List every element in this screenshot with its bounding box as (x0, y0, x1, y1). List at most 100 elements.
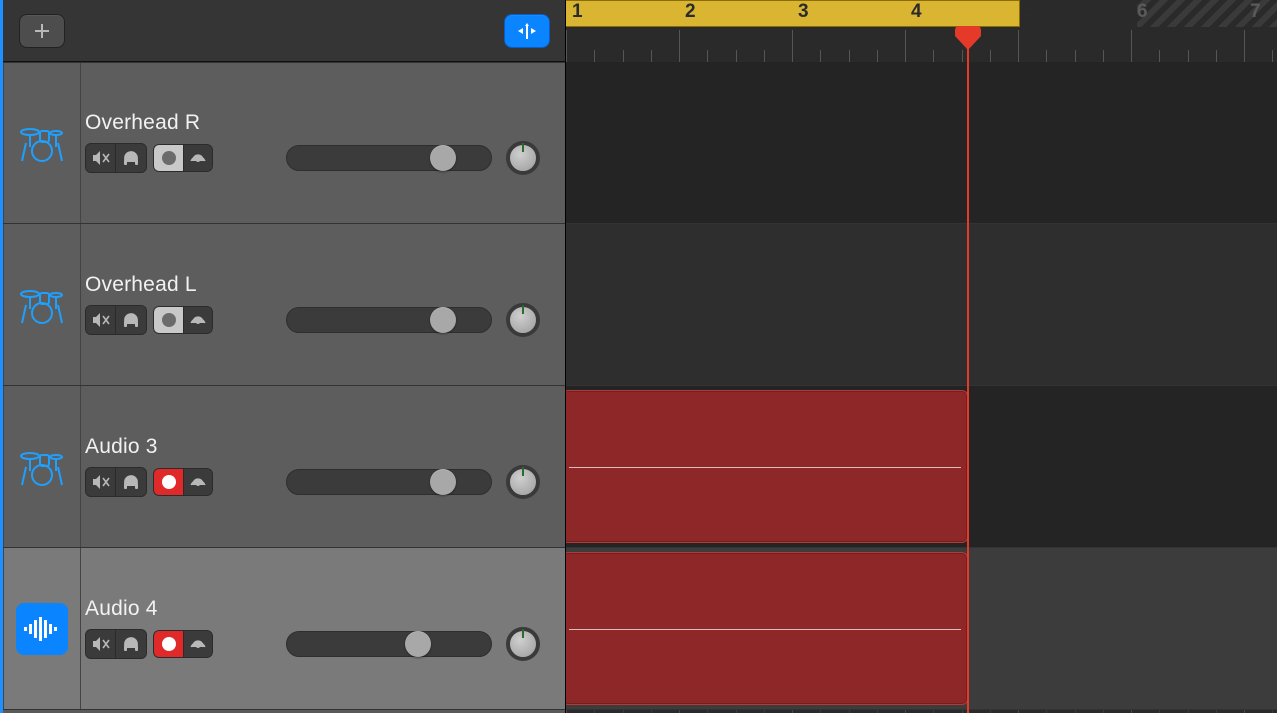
recording-region[interactable] (566, 552, 968, 705)
track-panel-toolbar (3, 0, 566, 62)
input-monitor-icon (189, 312, 207, 328)
ruler-bar-number: 3 (798, 1, 809, 23)
pan-knob[interactable] (506, 465, 540, 499)
record-input-group (153, 306, 213, 334)
input-monitor-icon (189, 150, 207, 166)
recording-region[interactable] (566, 390, 968, 543)
track-icon-column (3, 63, 81, 223)
pan-knob[interactable] (506, 303, 540, 337)
solo-button[interactable] (116, 468, 146, 496)
track-row[interactable]: Overhead R (3, 62, 566, 224)
input-monitor-button[interactable] (183, 468, 213, 496)
track-controls (85, 141, 566, 175)
volume-thumb[interactable] (405, 631, 431, 657)
mute-solo-group (85, 467, 147, 497)
track-name-label[interactable]: Audio 4 (85, 597, 566, 621)
record-input-group (153, 468, 213, 496)
arrange-area[interactable]: 1234567 (566, 0, 1277, 713)
mute-button[interactable] (86, 630, 116, 658)
volume-slider[interactable] (286, 469, 492, 495)
track-icon-column (3, 548, 81, 709)
track-body: Audio 4 (81, 548, 566, 709)
timeline-ruler[interactable]: 1234567 (566, 0, 1277, 62)
record-enable-button[interactable] (153, 144, 183, 172)
mute-solo-group (85, 305, 147, 335)
mute-icon (92, 636, 110, 652)
volume-slider[interactable] (286, 145, 492, 171)
mute-button[interactable] (86, 306, 116, 334)
track-row[interactable]: Overhead L (3, 224, 566, 386)
track-controls (85, 303, 566, 337)
catch-playhead-button[interactable] (504, 14, 550, 48)
input-monitor-icon (189, 474, 207, 490)
volume-slider[interactable] (286, 307, 492, 333)
track-icon[interactable] (16, 279, 68, 331)
arrange-lane[interactable] (566, 386, 1277, 548)
volume-thumb[interactable] (430, 307, 456, 333)
plus-icon (32, 21, 52, 41)
ruler-bar-number: 7 (1250, 1, 1261, 23)
track-body: Overhead R (81, 63, 566, 223)
pan-knob[interactable] (506, 141, 540, 175)
headphones-icon (122, 150, 140, 166)
arrange-lane[interactable] (566, 224, 1277, 386)
track-name-label[interactable]: Overhead L (85, 273, 566, 297)
drum-kit-icon (18, 123, 66, 163)
input-monitor-button[interactable] (183, 306, 213, 334)
track-row[interactable]: Audio 3 (3, 386, 566, 548)
track-icon-column (3, 386, 81, 547)
solo-button[interactable] (116, 144, 146, 172)
pan-knob[interactable] (506, 627, 540, 661)
track-icon[interactable] (16, 603, 68, 655)
ruler-bar-number: 1 (572, 1, 583, 23)
ruler-bar-number: 4 (911, 1, 922, 23)
track-controls (85, 465, 566, 499)
arrange-lane[interactable] (566, 62, 1277, 224)
track-header-panel: Overhead R (3, 0, 566, 713)
track-body: Overhead L (81, 224, 566, 385)
track-mixer-controls (286, 303, 540, 337)
ruler-bar-number: 2 (685, 1, 696, 23)
ruler-bar-number: 6 (1137, 1, 1148, 23)
track-name-label[interactable]: Overhead R (85, 111, 566, 135)
mute-button[interactable] (86, 468, 116, 496)
arrange-lane[interactable] (566, 548, 1277, 710)
record-input-group (153, 630, 213, 658)
solo-button[interactable] (116, 306, 146, 334)
volume-thumb[interactable] (430, 469, 456, 495)
mute-button[interactable] (86, 144, 116, 172)
arrange-grid (566, 62, 1277, 713)
record-input-group (153, 144, 213, 172)
mute-solo-group (85, 629, 147, 659)
track-mixer-controls (286, 141, 540, 175)
input-monitor-button[interactable] (183, 630, 213, 658)
headphones-icon (122, 312, 140, 328)
waveform-line (569, 467, 961, 468)
volume-thumb[interactable] (430, 145, 456, 171)
add-track-button[interactable] (19, 14, 65, 48)
track-body: Audio 3 (81, 386, 566, 547)
headphones-icon (122, 636, 140, 652)
record-enable-button[interactable] (153, 630, 183, 658)
audio-wave-icon (22, 616, 62, 642)
track-icon-column (3, 224, 81, 385)
track-icon[interactable] (16, 441, 68, 493)
mute-icon (92, 474, 110, 490)
mute-icon (92, 312, 110, 328)
record-enable-button[interactable] (153, 306, 183, 334)
snap-playhead-icon (516, 21, 538, 41)
volume-slider[interactable] (286, 631, 492, 657)
solo-button[interactable] (116, 630, 146, 658)
app-window: Overhead R (0, 0, 1277, 713)
record-enable-button[interactable] (153, 468, 183, 496)
input-monitor-button[interactable] (183, 144, 213, 172)
drum-kit-icon (18, 285, 66, 325)
input-monitor-icon (189, 636, 207, 652)
track-icon[interactable] (16, 117, 68, 169)
track-row[interactable]: Audio 4 (3, 548, 566, 710)
track-name-label[interactable]: Audio 3 (85, 435, 566, 459)
mute-icon (92, 150, 110, 166)
drum-kit-icon (18, 447, 66, 487)
cycle-region[interactable] (566, 0, 1020, 27)
headphones-icon (122, 474, 140, 490)
